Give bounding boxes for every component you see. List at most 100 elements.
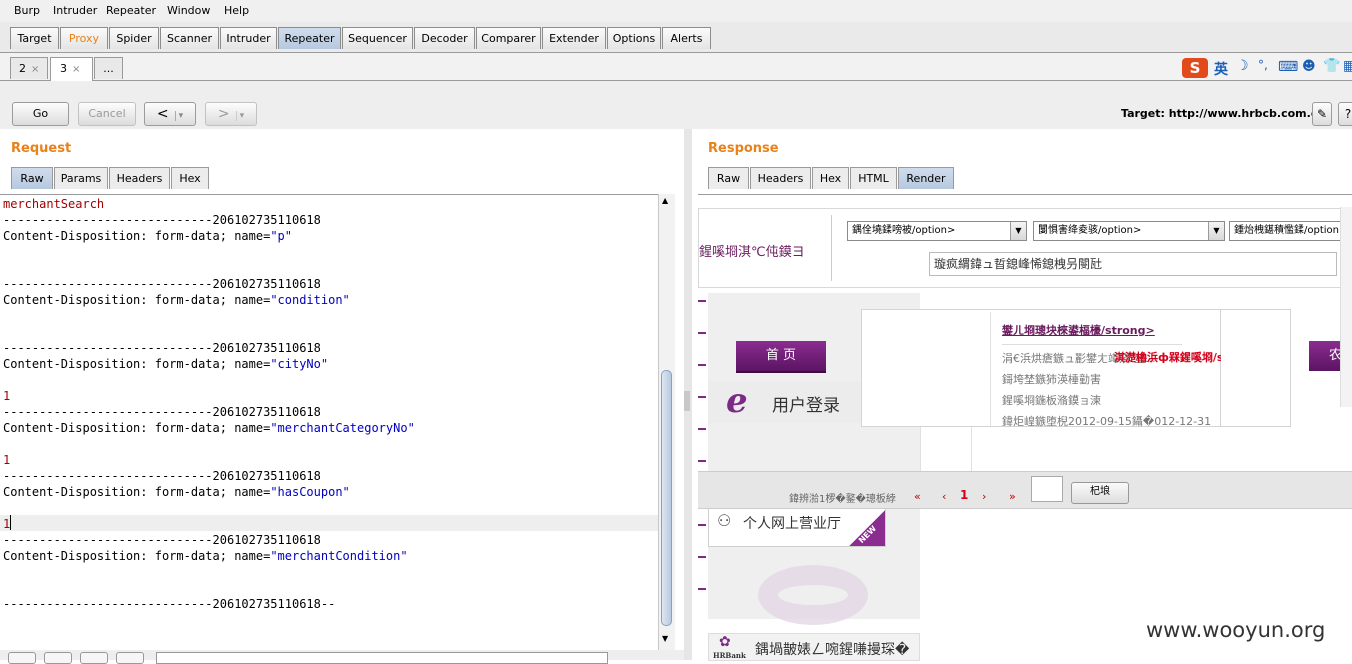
render-view: 鍟嗘埛淇℃伅鏌ヨ 鍝佺墝鍒嗙被/option> ▼ 闅惧害绛夌骇/option> ▼… (698, 194, 1352, 661)
tab-proxy[interactable]: Proxy (60, 27, 108, 49)
back-button[interactable]: < ▾ (144, 102, 196, 126)
ime-lang-toggle[interactable]: 英 (1214, 59, 1228, 79)
repeater-tab-bar: 2 × 3 × ... S 英 ☽ °, ⌨ ☻ 👕 ▦ (0, 53, 1352, 81)
bank-logo-text: HRBank (713, 651, 746, 660)
scroll-down-icon[interactable]: ▼ (662, 634, 668, 643)
go-button[interactable]: Go (12, 102, 69, 126)
punctuation-icon[interactable]: °, (1258, 58, 1268, 72)
new-tab-button[interactable]: ... (94, 57, 123, 79)
response-tab-render[interactable]: Render (898, 167, 954, 189)
bullet-marker (698, 428, 706, 430)
tab-decoder[interactable]: Decoder (414, 27, 475, 49)
splitter-handle[interactable] (684, 391, 690, 411)
main-tab-bar: Target Proxy Spider Scanner Intruder Rep… (0, 22, 1352, 53)
difficulty-select[interactable]: 闅惧害绛夌骇/option> ▼ (1033, 221, 1225, 241)
search-input[interactable] (156, 652, 608, 664)
watermark: www.wooyun.org (1146, 618, 1326, 642)
next-page-link[interactable]: › (982, 490, 986, 503)
menu-help[interactable]: Help (224, 4, 249, 17)
tab-spider[interactable]: Spider (109, 27, 159, 49)
response-tab-html[interactable]: HTML (850, 167, 897, 189)
merchant-keyword-input[interactable]: 璇疯緭鍏ュ晢鎴峰悕鎴栧叧閿瓧 (929, 252, 1337, 276)
select-value: 鍾炲栧鍖積懢鍒/option (1234, 225, 1339, 236)
prev-page-link[interactable]: ‹ (942, 490, 946, 503)
moon-icon[interactable]: ☽ (1236, 58, 1249, 74)
scroll-up-icon[interactable]: ▲ (662, 196, 668, 205)
bullet-marker (698, 364, 706, 366)
goto-page-button[interactable]: 杞埌 (1071, 482, 1129, 504)
request-tab-hex[interactable]: Hex (171, 167, 209, 189)
response-tab-headers[interactable]: Headers (750, 167, 811, 189)
cancel-button[interactable]: Cancel (78, 102, 136, 126)
tools-icon[interactable]: ▦ (1343, 58, 1352, 74)
forward-button[interactable]: > ▾ (205, 102, 257, 126)
repeater-tab-3[interactable]: 3 × (50, 57, 93, 81)
bullet-marker (698, 460, 706, 462)
merchant-info-line: 鍏炬崲鏃堕棿2012-09-15鑷�012-12-31 (1002, 415, 1212, 428)
chevron-down-icon: ▼ (1208, 222, 1224, 240)
add-button[interactable] (80, 652, 108, 664)
tab-intruder[interactable]: Intruder (220, 27, 277, 49)
chevron-down-icon: ▼ (1010, 222, 1026, 240)
bank-logo-icon: ✿ (719, 634, 731, 650)
divider (971, 427, 972, 471)
tab-comparer[interactable]: Comparer (476, 27, 541, 49)
scroll-thumb[interactable] (661, 370, 672, 626)
menu-intruder[interactable]: Intruder (53, 4, 97, 17)
home-button[interactable]: 首 页 (736, 341, 826, 373)
next-match-button[interactable] (116, 652, 144, 664)
personal-banking-label: 个人网上营业厅 (743, 516, 841, 532)
select-value: 闅惧害绛夌骇/option> (1038, 225, 1142, 236)
select-value: 鍝佺墝鍒嗙被/option> (852, 225, 956, 236)
menu-burp[interactable]: Burp (14, 4, 40, 17)
request-line: merchantSearch (3, 197, 105, 211)
merchant-title-link[interactable]: 鐢ㄦ埛璁块棶鍙楅檺/strong> (1002, 322, 1155, 338)
request-line: Content-Disposition: form-data; name="me… (3, 549, 408, 563)
request-tab-raw[interactable]: Raw (11, 167, 53, 189)
bank-name: 鍝堝皵婊ㄥ啘鍟嗛摱琛� (755, 642, 910, 658)
merchant-area-select[interactable]: 鍾炲栧鍖積懢鍒/option (1229, 221, 1352, 241)
tab-options[interactable]: Options (607, 27, 661, 49)
bank-banner: ✿ HRBank 鍝堝皵婊ㄥ啘鍟嗛摱琛� (708, 633, 920, 661)
edit-target-icon[interactable]: ✎ (1312, 102, 1332, 126)
close-icon[interactable]: × (31, 64, 39, 75)
menu-repeater[interactable]: Repeater (106, 4, 156, 17)
target-label: Target: (1121, 107, 1165, 120)
ime-toolbar: S 英 ☽ °, ⌨ ☻ 👕 ▦ (1180, 58, 1352, 78)
bullet-marker (698, 332, 706, 334)
page-number-input[interactable] (1031, 476, 1063, 502)
skin-icon[interactable]: 👕 (1323, 58, 1340, 74)
tab-scanner[interactable]: Scanner (160, 27, 219, 49)
keyboard-icon[interactable]: ⌨ (1278, 59, 1298, 75)
help-button[interactable] (8, 652, 36, 664)
divider (1002, 344, 1182, 345)
request-line: Content-Disposition: form-data; name="ha… (3, 485, 350, 499)
tab-alerts[interactable]: Alerts (662, 27, 711, 49)
brand-category-select[interactable]: 鍝佺墝鍒嗙被/option> ▼ (847, 221, 1027, 241)
user-icon[interactable]: ☻ (1302, 59, 1316, 74)
close-icon[interactable]: × (72, 64, 80, 75)
render-scrollbar[interactable] (1340, 207, 1352, 407)
dropdown-arrow-icon[interactable]: ▾ (174, 111, 184, 121)
pane-splitter[interactable] (684, 129, 692, 660)
prev-match-button[interactable] (44, 652, 72, 664)
response-tab-raw[interactable]: Raw (708, 167, 749, 189)
repeater-tab-2[interactable]: 2 × (10, 57, 48, 79)
first-page-link[interactable]: « (914, 490, 921, 503)
help-icon[interactable]: ? (1338, 102, 1352, 126)
merchant-info-line: 鎶垮埜鏃犻渶棰勭害 (1002, 373, 1101, 386)
divider (990, 312, 991, 426)
request-scrollbar[interactable]: ▲ ▼ (658, 194, 675, 650)
menu-window[interactable]: Window (167, 4, 210, 17)
request-tab-headers[interactable]: Headers (109, 167, 170, 189)
tab-target[interactable]: Target (10, 27, 59, 49)
last-page-link[interactable]: » (1009, 490, 1016, 503)
tab-sequencer[interactable]: Sequencer (342, 27, 413, 49)
dropdown-arrow-icon[interactable]: ▾ (235, 111, 245, 121)
sogou-logo-icon[interactable]: S (1182, 58, 1208, 78)
request-editor[interactable]: merchantSearch --------------------------… (0, 194, 658, 651)
response-tab-hex[interactable]: Hex (812, 167, 849, 189)
request-tab-params[interactable]: Params (54, 167, 108, 189)
tab-extender[interactable]: Extender (542, 27, 606, 49)
tab-repeater[interactable]: Repeater (278, 27, 341, 49)
